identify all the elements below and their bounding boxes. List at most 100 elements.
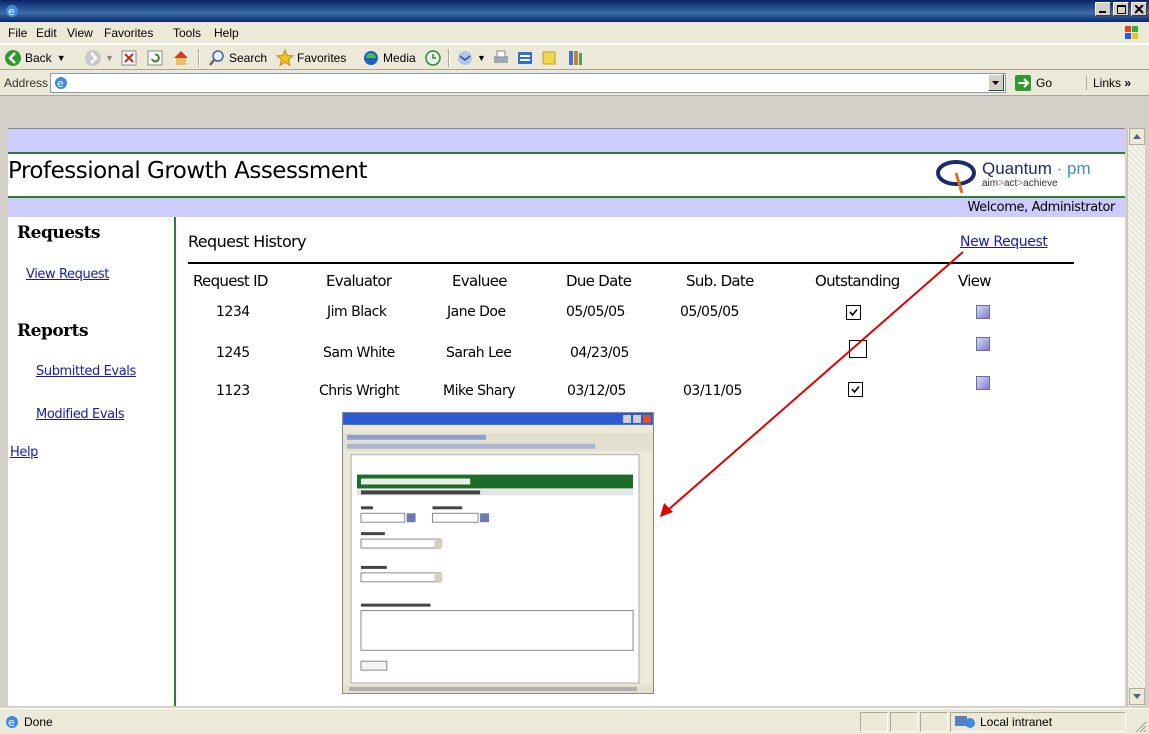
resize-grip-icon[interactable] (1133, 719, 1147, 733)
scroll-up-button[interactable] (1129, 128, 1145, 145)
scroll-up-icon (1133, 134, 1141, 139)
chevron-right-icon: » (1124, 76, 1132, 90)
print-button[interactable] (492, 49, 513, 67)
quantum-logo-icon (936, 160, 976, 194)
maximize-button[interactable] (1113, 2, 1129, 16)
menu-favorites[interactable]: Favorites (104, 26, 153, 40)
logo-pm: pm (1067, 159, 1091, 178)
menu-view[interactable]: View (67, 26, 93, 40)
refresh-button[interactable] (146, 49, 167, 67)
links-toolbar[interactable]: Links » (1086, 76, 1131, 90)
window-title-bar: e (0, 0, 1149, 22)
history-button[interactable] (424, 49, 445, 67)
favorites-label: Favorites (297, 51, 347, 65)
research-button[interactable] (566, 49, 587, 67)
table-cell-id: 1245 (216, 345, 250, 361)
view-request-icon[interactable] (976, 337, 990, 351)
logo-tag-aim: aim (982, 178, 999, 189)
search-icon (209, 50, 224, 66)
sidebar-item-submitted-evals[interactable]: Submitted Evals (36, 364, 136, 379)
col-header-sub-date: Sub. Date (686, 272, 754, 290)
back-dropdown-icon[interactable]: ▼ (57, 53, 66, 63)
new-request-link[interactable]: New Request (960, 234, 1048, 250)
scroll-down-button[interactable] (1129, 688, 1145, 705)
request-history-title: Request History (188, 232, 307, 251)
edit-button[interactable] (516, 49, 537, 67)
close-window-button[interactable] (1131, 2, 1147, 16)
table-cell-evaluator: Chris Wright (319, 383, 400, 399)
sidebar-requests-heading: Requests (17, 223, 101, 243)
status-pane (890, 712, 918, 732)
favorites-button[interactable]: Favorites (276, 49, 346, 67)
menu-file[interactable]: File (8, 26, 27, 40)
home-button[interactable] (172, 49, 193, 67)
menu-edit[interactable]: Edit (36, 26, 57, 40)
status-pane (860, 712, 888, 732)
table-cell-due-date: 05/05/05 (566, 304, 625, 320)
research-icon (569, 51, 582, 65)
page-done-icon: e (6, 716, 18, 729)
go-button[interactable]: Go (1014, 74, 1052, 92)
table-cell-evaluee: Jane Doe (447, 304, 506, 320)
stop-button[interactable] (120, 49, 141, 67)
back-button[interactable]: Back ▼ (4, 49, 66, 67)
note-icon (542, 51, 556, 65)
scroll-track[interactable] (1128, 146, 1145, 688)
window-left-border (0, 98, 8, 706)
outstanding-checkbox[interactable] (846, 305, 861, 320)
forward-button[interactable]: ▼ (84, 49, 114, 67)
search-button[interactable]: Search (208, 49, 267, 67)
forward-arrow-icon (85, 50, 101, 66)
address-bar: Address e Go Links » (0, 70, 1149, 96)
minimize-icon (1099, 11, 1106, 13)
table-cell-due-date: 03/12/05 (567, 383, 626, 399)
logo-tag-achieve: achieve (1023, 178, 1058, 189)
forward-dropdown-icon[interactable]: ▼ (105, 53, 114, 63)
media-label: Media (383, 51, 416, 65)
svg-text:e: e (57, 77, 64, 90)
svg-text:e: e (8, 5, 15, 18)
security-zone-label: Local intranet (980, 715, 1053, 729)
minimize-button[interactable] (1095, 2, 1111, 16)
menu-tools[interactable]: Tools (173, 26, 201, 40)
table-cell-sub-date: 05/05/05 (680, 304, 739, 320)
outstanding-checkbox[interactable] (848, 382, 863, 397)
media-button[interactable]: Media (362, 49, 416, 67)
address-input[interactable]: e (50, 73, 1006, 93)
windows-logo-icon (1125, 26, 1138, 39)
window-spacer (8, 98, 1145, 128)
menu-help[interactable]: Help (214, 26, 239, 40)
chevron-down-icon (992, 81, 999, 85)
status-done: e Done (4, 714, 53, 730)
top-band (8, 128, 1125, 152)
sidebar-item-modified-evals[interactable]: Modified Evals (36, 407, 125, 422)
quantum-pm-logo: Quantum · pm aim>act>achieve (934, 157, 1124, 197)
table-cell-id: 1234 (216, 304, 250, 320)
table-cell-due-date: 04/23/05 (570, 345, 629, 361)
stop-icon (121, 50, 137, 66)
table-cell-id: 1123 (216, 383, 250, 399)
edit-page-icon (518, 52, 532, 64)
sidebar-item-help[interactable]: Help (10, 445, 38, 460)
sidebar-item-view-request[interactable]: View Request (26, 267, 109, 282)
col-header-due-date: Due Date (566, 272, 632, 290)
security-zone: Local intranet (954, 714, 1052, 730)
outstanding-checkbox[interactable] (849, 340, 867, 358)
view-request-icon[interactable] (976, 305, 990, 319)
back-arrow-icon (5, 50, 21, 66)
links-label: Links (1093, 76, 1122, 90)
mail-icon (458, 51, 472, 65)
go-arrow-icon (1015, 75, 1031, 91)
address-dropdown-button[interactable] (988, 74, 1004, 91)
mail-button[interactable]: ▼ (456, 49, 486, 67)
media-icon (364, 51, 378, 65)
view-request-icon[interactable] (976, 376, 990, 390)
discuss-button[interactable] (540, 49, 561, 67)
back-label: Back (25, 51, 52, 65)
intranet-icon (955, 716, 975, 728)
refresh-icon (147, 50, 163, 66)
table-cell-evaluee: Sarah Lee (446, 345, 512, 361)
welcome-bar: Welcome, Administrator (8, 198, 1125, 217)
vertical-scrollbar[interactable] (1127, 128, 1145, 706)
history-divider (188, 262, 1074, 264)
